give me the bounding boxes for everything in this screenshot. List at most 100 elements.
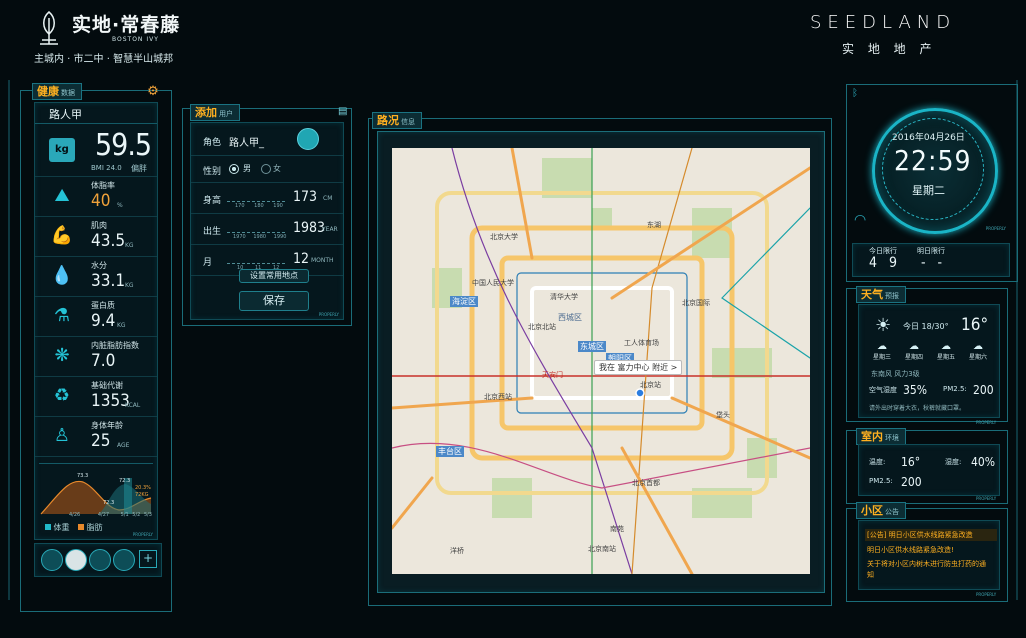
avatar[interactable] — [41, 549, 63, 571]
indoor-panel: 温度: 16° 湿度: 40% PM2.5: 200 — [858, 444, 1000, 496]
save-button[interactable]: 保存 — [239, 291, 309, 311]
place-label: 南苑 — [610, 525, 624, 533]
air-humidity: 35% — [903, 383, 927, 397]
female-radio[interactable] — [261, 164, 271, 174]
cloud-icon: ☁ — [941, 341, 951, 352]
cloud-icon: ☁ — [909, 341, 919, 352]
metric-row: ⚗ 蛋白质 9.4 KG — [35, 297, 157, 337]
role-input[interactable]: 路人甲_ — [229, 134, 264, 149]
place-label: 北京西站 — [484, 393, 512, 401]
metric-label: 基础代谢 — [91, 381, 123, 390]
place-label: 北京南站 — [588, 545, 616, 553]
health-panel: 路人甲 kg 59.5 BMI 24.0 偏胖 ⛰ 体脂率 40% 💪 肌肉 43.5 KG… — [34, 102, 158, 540]
place-label: 天安门 — [542, 371, 563, 379]
weather-pm25: 200 — [973, 383, 994, 397]
height-row: 身高 170 180 190 173 CM — [191, 183, 343, 214]
metric-unit: % — [117, 202, 123, 209]
avatar[interactable] — [89, 549, 111, 571]
metric-unit: KCAL — [125, 402, 141, 409]
metric-label: 体脂率 — [91, 181, 115, 190]
traffic-limit: 今日限行 4 9 明日限行 - - — [852, 243, 1010, 277]
chart-ticks: 4/26 4/27 5/1 5/2 5/3 — [69, 512, 153, 518]
settings-icon[interactable]: ⚙ — [145, 84, 161, 100]
metric-row: ♻ 基础代谢 1353 KCAL — [35, 377, 157, 417]
weather-badge: PROPERLY — [976, 420, 997, 425]
indoor-humidity: 40% — [971, 455, 995, 469]
forecast-day: ☁ 星期五 — [931, 341, 961, 361]
weather-temp: 16° — [961, 315, 989, 335]
place-label: 北京首都 — [632, 479, 660, 487]
height-slider[interactable] — [227, 191, 285, 202]
metric-value: 9.4 — [91, 311, 116, 331]
forecast-day-label: 星期五 — [936, 354, 955, 361]
notice-tag: 小区 公告 — [856, 502, 906, 519]
weather-tag: 天气 预报 — [856, 286, 906, 303]
forecast-day: ☁ 星期四 — [899, 341, 929, 361]
month-unit: MONTH — [311, 257, 334, 264]
highway — [610, 166, 810, 300]
metric-label: 肌肉 — [91, 221, 107, 230]
add-user-panel: 角色 路人甲_ 性别 男 女 身高 170 180 190 173 CM 出生 … — [190, 122, 344, 320]
metric-label: 内脏脂肪指数 — [91, 341, 139, 350]
logo-cn-text: 实地·常春藤 — [72, 14, 181, 36]
chart-label: 72KG — [135, 492, 149, 498]
metric-unit: AGE — [117, 442, 130, 449]
metric-value: 43.5 — [91, 231, 126, 251]
forecast-day: ☁ 星期六 — [963, 341, 993, 361]
muscle-icon: 💪 — [50, 225, 74, 246]
user-avatars: + — [34, 543, 162, 577]
chart-label: 73.3 — [77, 473, 88, 479]
weather-panel: ☀ 今日 18/30° 16° ☁ 星期三 ☁ 星期四 ☁ 星期五 ☁ 星期六 东南风 风力3… — [858, 304, 1000, 418]
wifi-icon: ◠ — [854, 212, 867, 228]
cloud-icon: ☁ — [877, 341, 887, 352]
notice-panel: [公告] 明日小区供水线路紧急改造 明日小区供水线路紧急改造! 关于将对小区内树… — [858, 520, 1000, 590]
indoor-pm25: 200 — [901, 475, 922, 489]
notice-item-highlight[interactable]: [公告] 明日小区供水线路紧急改造 — [865, 529, 997, 541]
avatar[interactable] — [113, 549, 135, 571]
notice-item[interactable]: 关于将对小区内树木进行防虫打药的通知 — [867, 559, 991, 581]
gender-row: 性别 男 女 — [191, 156, 343, 183]
weather-today: 今日 18/30° — [903, 322, 949, 331]
logo-en-text: BOSTON IVY — [112, 36, 159, 43]
tick-label: 5/2 — [132, 512, 141, 518]
chart-label: 72.3 — [119, 478, 130, 484]
traffic-map[interactable]: 海淀区 西城区 东城区 朝阳区 丰台区 北京大学 中国人民大学 清华大学 北京北… — [392, 148, 810, 574]
location-marker[interactable] — [635, 388, 645, 398]
month-slider[interactable] — [227, 253, 285, 264]
metric-unit: KG — [125, 242, 134, 249]
forecast-day: ☁ 星期三 — [867, 341, 897, 361]
water-drop-icon: 💧 — [50, 265, 74, 286]
add-user-badge: PROPERLY — [318, 312, 339, 317]
gender-label: 性别 — [203, 167, 222, 177]
trash-icon[interactable]: ▤ — [338, 106, 350, 118]
tick-label: 170 — [235, 203, 245, 209]
role-avatar[interactable] — [297, 128, 319, 150]
avatar[interactable] — [65, 549, 87, 571]
district-label: 西城区 — [558, 313, 582, 322]
tick-label: 1980 — [253, 234, 267, 240]
female-label: 女 — [273, 164, 281, 173]
tick-label: 4/27 — [97, 512, 110, 518]
indoor-pm25-label: PM2.5: — [869, 477, 893, 485]
current-location-tooltip[interactable]: 我在 富力中心 附近 > — [594, 360, 683, 375]
indoor-temp: 16° — [901, 455, 921, 469]
birth-slider[interactable] — [227, 222, 285, 233]
role-label: 角色 — [203, 138, 222, 148]
metric-label: 蛋白质 — [91, 301, 115, 310]
metric-label: 身体年龄 — [91, 421, 123, 430]
set-location-button[interactable]: 设置常用地点 — [239, 269, 309, 283]
tick-label: 1990 — [273, 234, 287, 240]
company-cn: 实 地 地 产 — [842, 42, 937, 56]
place-label: 北京大学 — [490, 233, 518, 241]
highway — [620, 446, 694, 574]
notice-badge: PROPERLY — [976, 592, 997, 597]
legend-swatch-weight — [45, 524, 51, 530]
notice-item[interactable]: 明日小区供水线路紧急改造! — [867, 545, 993, 555]
place-label: 中国人民大学 — [472, 279, 514, 287]
tick-label: 5/1 — [120, 512, 129, 518]
bmi-value: BMI 24.0 — [91, 164, 122, 172]
add-user-icon[interactable]: + — [139, 550, 157, 568]
male-radio[interactable] — [229, 164, 239, 174]
air-humidity-label: 空气湿度 — [869, 386, 897, 394]
clock-weekday: 星期二 — [912, 184, 945, 197]
